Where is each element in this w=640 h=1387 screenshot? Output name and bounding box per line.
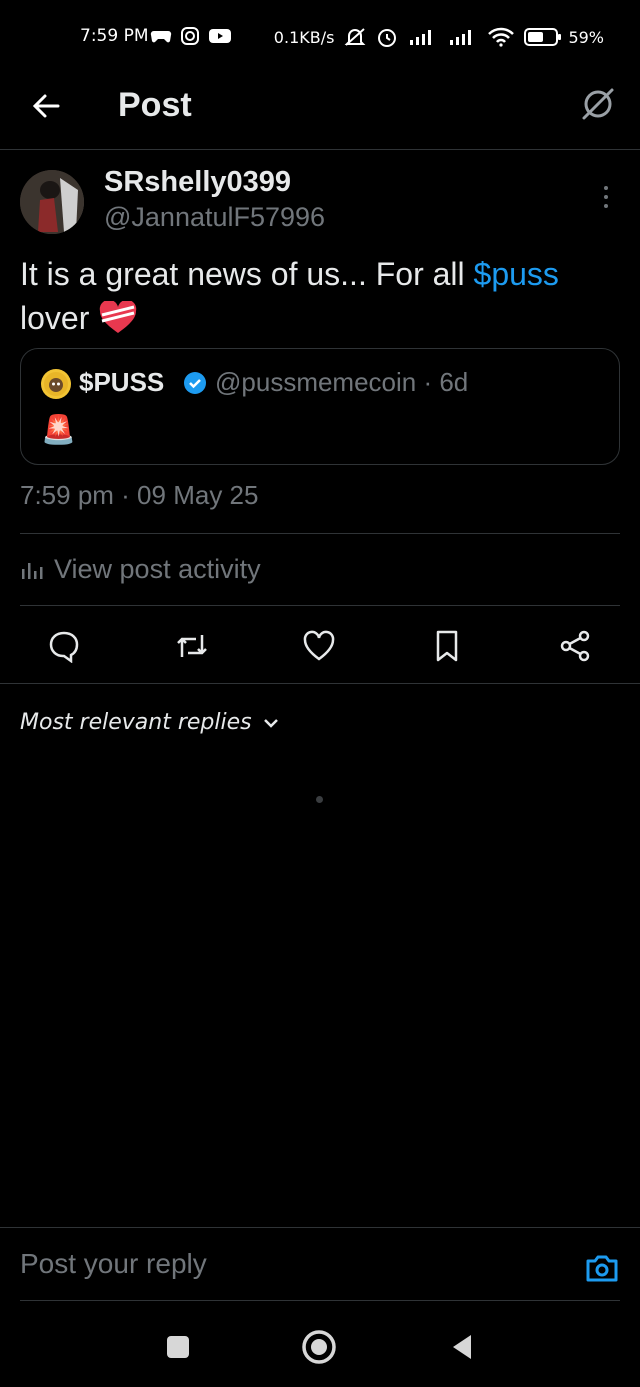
- youtube-icon: [209, 29, 231, 43]
- quote-author-name[interactable]: $PUSS: [79, 367, 164, 398]
- gamepad-icon: [150, 30, 172, 43]
- activity-label: View post activity: [54, 554, 261, 584]
- repost-button[interactable]: [174, 628, 210, 664]
- alarm-icon: [378, 29, 397, 47]
- divider: [20, 533, 620, 534]
- bookmark-button[interactable]: [429, 628, 465, 664]
- circle-home-icon: [302, 1330, 336, 1364]
- post-timestamp: 7:59 pm · 09 May 25: [20, 480, 259, 510]
- view-post-activity-link[interactable]: View post activity: [20, 554, 261, 585]
- more-dot: [604, 186, 608, 190]
- post-text-before: It is a great news of us... For all: [20, 256, 474, 292]
- quote-avatar[interactable]: [41, 369, 71, 399]
- verified-badge-icon: [184, 372, 206, 394]
- back-button[interactable]: [26, 86, 66, 126]
- bookmark-icon: [436, 630, 458, 662]
- avatar-photo: [20, 170, 84, 234]
- system-navigation-bar: [0, 1305, 640, 1387]
- repost-icon: [177, 635, 207, 657]
- net-speed: 0.1KB/s: [273, 27, 335, 47]
- signal-icon-2: [450, 30, 472, 45]
- back-nav-button[interactable]: [444, 1329, 480, 1365]
- signal-icon: [410, 30, 432, 45]
- page-title: Post: [118, 86, 192, 124]
- reply-composer: Post your reply: [0, 1227, 640, 1301]
- quoted-post-card[interactable]: $PUSS @pussmemecoin · 6d 🚨: [20, 348, 620, 465]
- author-handle[interactable]: @JannatulF57996: [104, 202, 325, 233]
- like-icon: [303, 630, 335, 661]
- loading-indicator: [316, 796, 323, 803]
- grok-button[interactable]: [578, 84, 618, 124]
- share-icon: [560, 630, 590, 662]
- more-dot: [604, 204, 608, 208]
- heart-ribbon-icon: [100, 301, 137, 333]
- post-text: It is a great news of us... For all $pus…: [20, 252, 620, 340]
- reply-input[interactable]: Post your reply: [20, 1248, 207, 1280]
- wifi-icon: [488, 27, 515, 47]
- post-text-after: lover: [20, 300, 90, 336]
- square-icon: [167, 1336, 189, 1358]
- arrow-left-icon: [32, 94, 60, 118]
- grok-icon: [582, 88, 614, 120]
- status-bar: 7:59 PM 0.1KB/s 59%: [0, 0, 640, 76]
- avatar[interactable]: [20, 170, 84, 234]
- battery-icon: [524, 28, 562, 46]
- more-options-button[interactable]: [594, 182, 618, 212]
- author-display-name[interactable]: SRshelly0399: [104, 166, 291, 199]
- quote-text: 🚨: [41, 413, 76, 446]
- instagram-icon: [181, 27, 199, 45]
- triangle-back-icon: [453, 1335, 471, 1359]
- reply-icon: [49, 631, 79, 663]
- post-action-bar: [0, 606, 640, 684]
- replies-sort-dropdown[interactable]: Most relevant replies: [20, 710, 280, 735]
- status-time: 7:59 PM: [80, 26, 149, 46]
- quote-meta: @pussmemecoin · 6d: [215, 367, 469, 397]
- top-app-bar: Post: [0, 76, 640, 150]
- chevron-down-icon: [263, 718, 278, 728]
- mute-icon: [345, 28, 366, 46]
- battery-percent: 59%: [568, 27, 604, 47]
- cat-coin-icon: [44, 372, 68, 396]
- home-button[interactable]: [301, 1329, 337, 1365]
- reply-button[interactable]: [46, 628, 82, 664]
- analytics-icon: [22, 562, 43, 579]
- reply-underline: [20, 1300, 620, 1301]
- sort-label: Most relevant replies: [20, 710, 252, 735]
- like-button[interactable]: [301, 628, 337, 664]
- recents-button[interactable]: [160, 1329, 196, 1365]
- cashtag-link[interactable]: $puss: [474, 256, 559, 292]
- more-dot: [604, 195, 608, 199]
- share-button[interactable]: [557, 628, 593, 664]
- camera-icon[interactable]: [584, 1250, 620, 1286]
